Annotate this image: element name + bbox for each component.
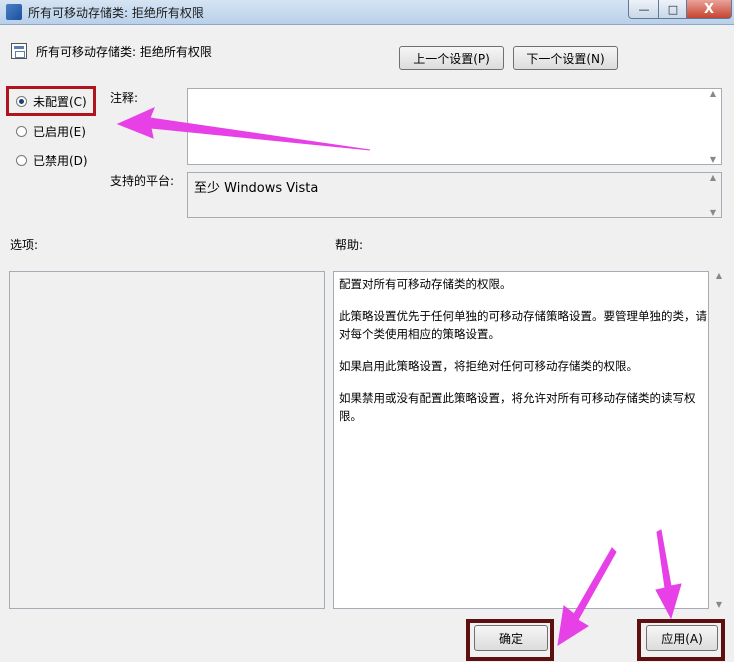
help-paragraph: 此策略设置优先于任何单独的可移动存储策略设置。要管理单独的类，请对每个类使用相应… [339,309,707,341]
policy-setting-icon [11,43,27,59]
comment-textarea[interactable]: ▲ ▼ [187,88,722,165]
next-setting-button[interactable]: 下一个设置(N) [513,46,618,70]
maximize-button[interactable]: □ [658,0,688,19]
close-button[interactable]: X [686,0,732,19]
radio-label: 已启用(E) [33,124,86,139]
help-paragraph: 如果启用此策略设置，将拒绝对任何可移动存储类的权限。 [339,359,638,373]
policy-name: 所有可移动存储类: 拒绝所有权限 [36,45,212,59]
help-panel: 配置对所有可移动存储类的权限。 此策略设置优先于任何单独的可移动存储策略设置。要… [333,271,709,609]
options-panel [9,271,325,609]
ok-button[interactable]: 确定 [474,625,548,651]
help-label: 帮助: [335,238,364,252]
window-title: 所有可移动存储类: 拒绝所有权限 [28,6,204,20]
help-paragraph: 配置对所有可移动存储类的权限。 [339,277,512,291]
policy-app-icon [6,4,22,20]
apply-button[interactable]: 应用(A) [646,625,718,651]
radio-label: 已禁用(D) [33,153,88,168]
supported-platform-value: 至少 Windows Vista [194,181,319,196]
radio-indicator[interactable] [16,154,27,166]
previous-setting-button[interactable]: 上一个设置(P) [399,46,504,70]
platform-scrollbar[interactable]: ▲ ▼ [705,173,721,217]
radio-enabled[interactable]: 已启用(E) [16,122,86,140]
supported-platform-box: 至少 Windows Vista ▲ ▼ [187,172,722,218]
supported-platform-label: 支持的平台: [110,174,175,188]
comment-scrollbar[interactable]: ▲ ▼ [705,89,721,164]
options-label: 选项: [10,238,39,252]
title-bar: 所有可移动存储类: 拒绝所有权限 — □ X [0,0,734,25]
radio-indicator[interactable] [16,125,27,137]
radio-disabled[interactable]: 已禁用(D) [16,151,88,169]
help-text: 配置对所有可移动存储类的权限。 此策略设置优先于任何单独的可移动存储策略设置。要… [339,275,709,439]
radio-label: 未配置(C) [33,94,87,109]
minimize-button[interactable]: — [628,0,660,19]
radio-indicator-selected[interactable] [16,95,27,107]
help-scrollbar[interactable]: ▲ ▼ [711,271,727,609]
help-paragraph: 如果禁用或没有配置此策略设置，将允许对所有可移动存储类的读写权限。 [339,391,696,423]
comment-label: 注释: [110,91,139,105]
radio-not-configured[interactable]: 未配置(C) [16,92,87,110]
